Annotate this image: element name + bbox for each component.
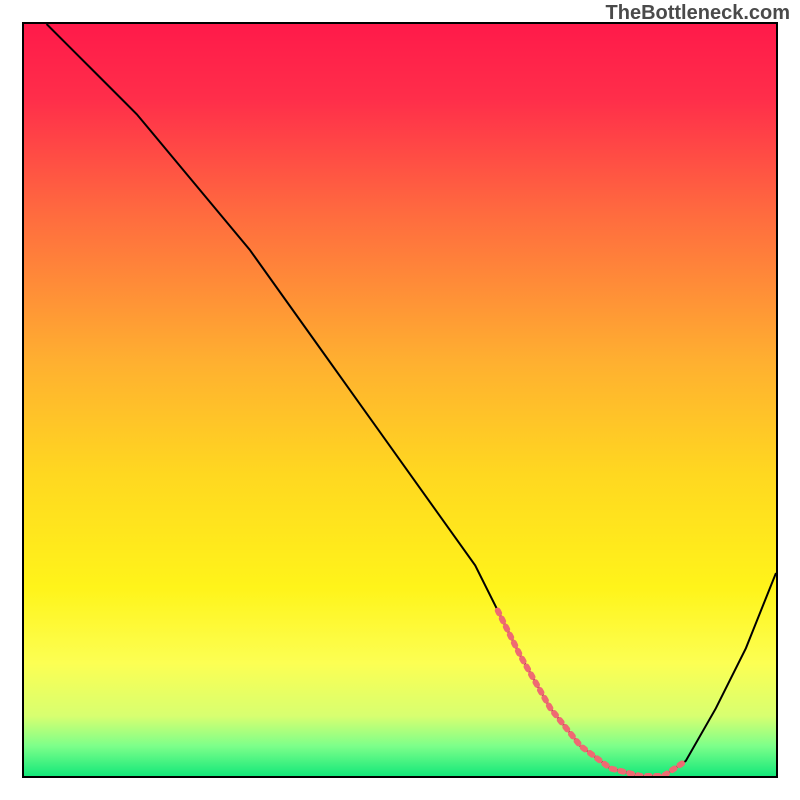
optimal-range-marker [498, 611, 686, 776]
chart-container: TheBottleneck.com [0, 0, 800, 800]
watermark-text: TheBottleneck.com [606, 2, 790, 25]
line-layer [24, 24, 776, 776]
plot-area [22, 22, 778, 778]
bottleneck-curve [47, 24, 776, 776]
